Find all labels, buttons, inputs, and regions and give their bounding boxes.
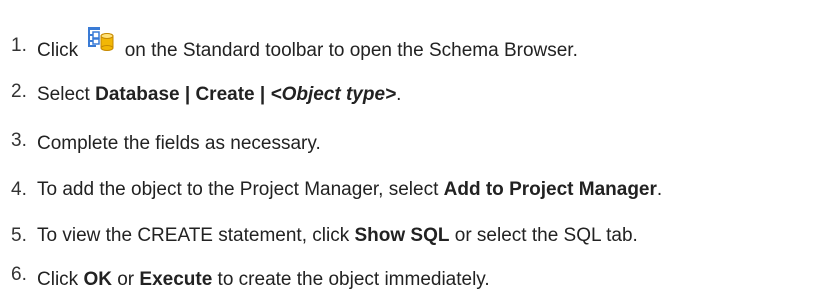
show-sql-option: Show SQL	[354, 225, 450, 246]
step-text-part: Click	[37, 40, 84, 61]
step-text: Click OK or Execute to create the object…	[37, 269, 490, 291]
step-text-part: Click	[37, 269, 84, 290]
step-text-part: on the Standard toolbar to open the Sche…	[119, 40, 578, 61]
step-number: 2.	[11, 81, 27, 102]
step-text: Complete the fields as necessary.	[37, 133, 321, 155]
menu-path: Database | Create |	[95, 84, 271, 105]
step-text-part: Complete the fields as necessary.	[37, 133, 321, 154]
step-item: 3. Complete the fields as necessary.	[0, 130, 832, 164]
step-text: Select Database | Create | <Object type>…	[37, 84, 401, 106]
step-number: 3.	[11, 130, 27, 151]
step-item: 5. To view the CREATE statement, click S…	[0, 223, 832, 257]
ok-option: OK	[83, 269, 112, 290]
step-text: Click on the Standard toolbar to open th…	[37, 27, 578, 62]
step-text-part: to create the object immediately.	[212, 269, 490, 290]
schema-browser-icon	[85, 24, 115, 52]
add-to-project-manager-option: Add to Project Manager	[443, 179, 657, 200]
step-item: 1. Click on the Standard toolbar to open…	[0, 27, 832, 64]
step-number: 5.	[11, 225, 27, 246]
step-text-part: or select the SQL tab.	[449, 225, 638, 246]
step-number: 4.	[11, 179, 27, 200]
step-item: 2. Select Database | Create | <Object ty…	[0, 81, 832, 115]
step-item: 6. Click OK or Execute to create the obj…	[0, 264, 832, 298]
step-number: 6.	[11, 264, 27, 285]
step-text-part: To view the CREATE statement, click	[37, 225, 355, 246]
execute-option: Execute	[139, 269, 213, 290]
step-text: To view the CREATE statement, click Show…	[37, 225, 638, 247]
step-text-part: .	[396, 84, 402, 105]
object-type-placeholder: <Object type>	[270, 84, 397, 105]
step-text-part: To add the object to the Project Manager…	[37, 179, 444, 200]
step-item: 4. To add the object to the Project Mana…	[0, 177, 832, 211]
step-text-part: Select	[37, 84, 96, 105]
step-number: 1.	[11, 35, 27, 56]
step-text-part: .	[656, 179, 663, 200]
procedure-steps-list: 1. Click on the Standard toolbar to open…	[0, 0, 832, 298]
step-text-part: or	[111, 269, 140, 290]
step-text: To add the object to the Project Manager…	[37, 179, 662, 201]
